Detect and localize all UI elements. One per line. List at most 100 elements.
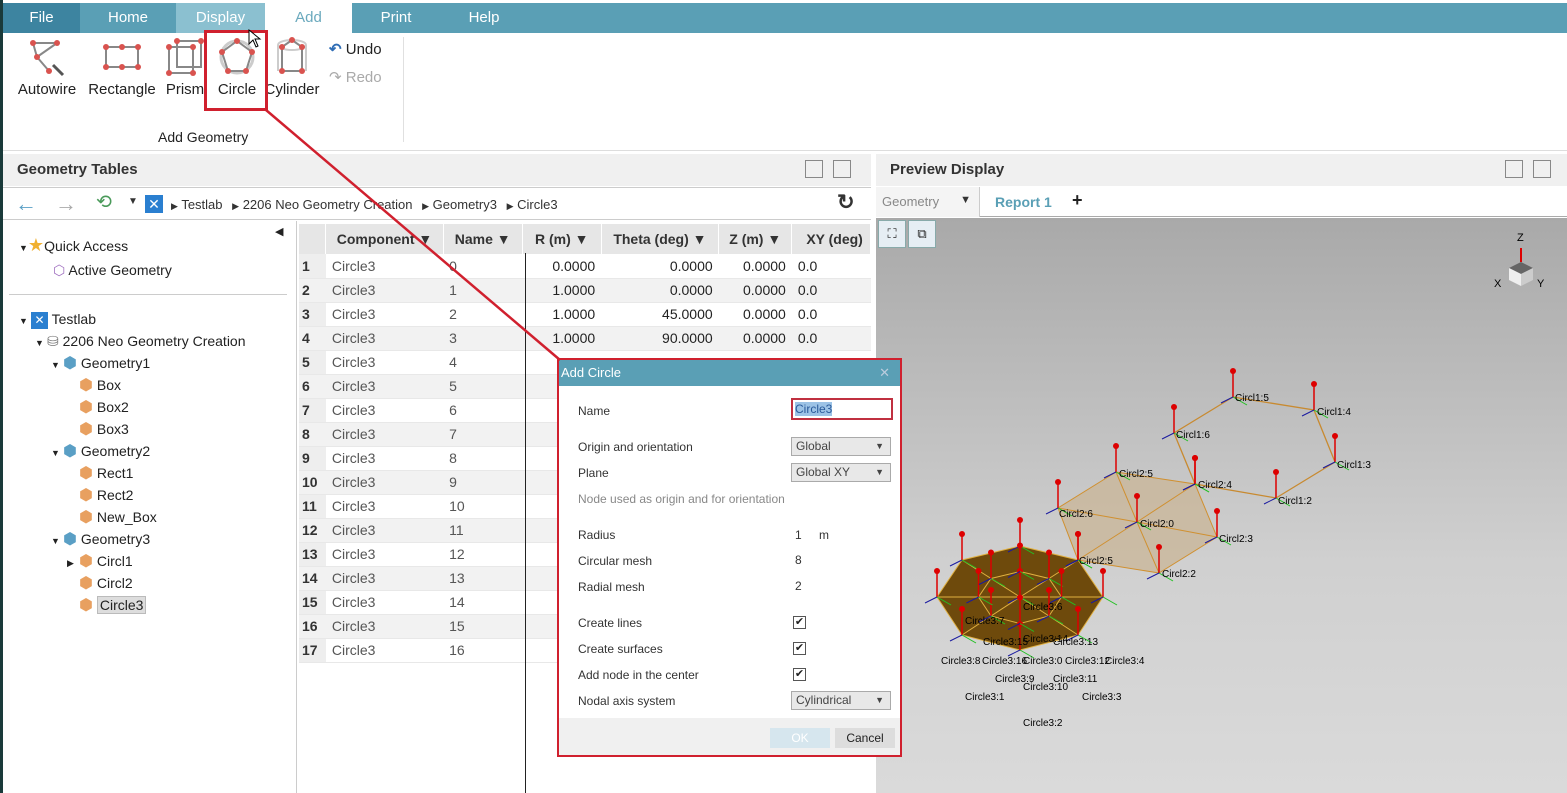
cell-value[interactable]: 45.0000 xyxy=(601,302,719,327)
expand-icon[interactable]: ▶ xyxy=(67,553,79,573)
cell-component[interactable]: Circle3 xyxy=(325,542,444,567)
cell-component[interactable]: Circle3 xyxy=(325,614,444,639)
cell-name[interactable]: 6 xyxy=(443,398,523,423)
cell-name[interactable]: 8 xyxy=(443,446,523,471)
radius-input[interactable]: 1 xyxy=(795,528,802,542)
expand-icon[interactable]: ▼ xyxy=(51,355,63,375)
table-row[interactable]: 3 Circle3 2 1.0000 45.0000 0.0000 0.0 xyxy=(299,302,871,327)
tree-item[interactable]: ▼ ⬢ Geometry1 xyxy=(51,353,150,373)
breadcrumb-item[interactable]: 2206 Neo Geometry Creation xyxy=(243,197,413,212)
cell-component[interactable]: Circle3 xyxy=(325,590,444,615)
cell-value[interactable]: 0.0 xyxy=(791,326,871,351)
cancel-button[interactable]: Cancel xyxy=(835,728,895,748)
cell-name[interactable]: 14 xyxy=(443,590,523,615)
table-row[interactable]: 2 Circle3 1 1.0000 0.0000 0.0000 0.0 xyxy=(299,278,871,303)
nodal-axis-select[interactable]: Cylindrical ▼ xyxy=(791,691,891,710)
cell-component[interactable]: Circle3 xyxy=(325,518,444,543)
cell-name[interactable]: 0 xyxy=(443,254,523,279)
cell-name[interactable]: 10 xyxy=(443,494,523,519)
tab-report-1[interactable]: Report 1 xyxy=(995,194,1052,210)
preview-viewport[interactable]: ⛶ ⧉ Circl1:5 Circl1:4 Circl1:6 Circl1:3 Circ… xyxy=(876,218,1567,793)
tree-item[interactable]: ⬢ Circle3 xyxy=(67,595,147,615)
cell-component[interactable]: Circle3 xyxy=(325,566,444,591)
tab-help[interactable]: Help xyxy=(440,3,528,33)
cell-component[interactable]: Circle3 xyxy=(325,446,444,471)
create-lines-checkbox[interactable]: ✔ xyxy=(793,616,806,629)
undo-button[interactable]: ↶ Undo xyxy=(329,40,382,58)
tab-print[interactable]: Print xyxy=(352,3,440,33)
breadcrumb-item[interactable]: Circle3 xyxy=(517,197,557,212)
refresh-icon[interactable]: ↻ xyxy=(837,190,855,215)
cell-value[interactable]: 0.0 xyxy=(791,254,871,279)
autowire-button[interactable]: Autowire xyxy=(15,37,79,98)
tree-item[interactable]: ▼ ⛁ 2206 Neo Geometry Creation xyxy=(35,331,246,351)
cell-name[interactable]: 7 xyxy=(443,422,523,447)
add-tab-button[interactable]: + xyxy=(1072,190,1083,211)
expand-icon[interactable]: ▼ xyxy=(19,311,31,331)
cell-value[interactable]: 0.0000 xyxy=(718,326,792,351)
split-view-icon[interactable] xyxy=(1505,160,1523,178)
select-all-corner[interactable] xyxy=(299,224,327,254)
breadcrumb-item[interactable]: Testlab xyxy=(181,197,222,212)
plane-select[interactable]: Global XY ▼ xyxy=(791,463,891,482)
cell-component[interactable]: Circle3 xyxy=(325,638,444,663)
create-surfaces-checkbox[interactable]: ✔ xyxy=(793,642,806,655)
cell-name[interactable]: 4 xyxy=(443,350,523,375)
cell-component[interactable]: Circle3 xyxy=(325,278,444,303)
cell-component[interactable]: Circle3 xyxy=(325,374,444,399)
cell-component[interactable]: Circle3 xyxy=(325,398,444,423)
cell-component[interactable]: Circle3 xyxy=(325,302,444,327)
tree-item[interactable]: ▼ ⬢ Geometry3 xyxy=(51,529,150,549)
back-arrow-icon[interactable]: ← xyxy=(15,191,37,217)
cell-value[interactable]: 0.0 xyxy=(791,278,871,303)
cell-name[interactable]: 16 xyxy=(443,638,523,663)
redo-button[interactable]: ↷ Redo xyxy=(329,68,382,86)
cell-value[interactable]: 0.0000 xyxy=(601,278,719,303)
tree-active-geometry[interactable]: ⬡ Active Geometry xyxy=(53,260,172,280)
cell-component[interactable]: Circle3 xyxy=(325,350,444,375)
close-icon[interactable]: ✕ xyxy=(879,360,890,386)
cylinder-button[interactable]: Cylinder xyxy=(263,37,321,98)
cell-name[interactable]: 12 xyxy=(443,542,523,567)
tree-item[interactable]: ⬢ Rect2 xyxy=(67,485,133,505)
breadcrumb-item[interactable]: Geometry3 xyxy=(433,197,497,212)
cell-name[interactable]: 1 xyxy=(443,278,523,303)
tree-item[interactable]: ⬢ Box3 xyxy=(67,419,129,439)
tree-item[interactable]: ⬢ Circl2 xyxy=(67,573,133,593)
tree-item[interactable]: ⬢ New_Box xyxy=(67,507,157,527)
name-input[interactable]: Circle3 xyxy=(791,398,893,420)
cell-value[interactable]: 0.0000 xyxy=(522,254,602,279)
cell-name[interactable]: 15 xyxy=(443,614,523,639)
cell-value[interactable]: 1.0000 xyxy=(522,326,602,351)
tree-quick-access[interactable]: ▼★Quick Access xyxy=(19,235,128,255)
tree-item[interactable]: ⬢ Box2 xyxy=(67,397,129,417)
tab-add[interactable]: Add xyxy=(265,3,352,33)
tree-item[interactable]: ⬢ Rect1 xyxy=(67,463,133,483)
cell-value[interactable]: 1.0000 xyxy=(522,278,602,303)
cell-name[interactable]: 2 xyxy=(443,302,523,327)
tab-file[interactable]: File xyxy=(3,3,80,33)
collapse-panel-icon[interactable]: ◀ xyxy=(275,225,283,238)
cell-name[interactable]: 13 xyxy=(443,566,523,591)
table-row[interactable]: 1 Circle3 0 0.0000 0.0000 0.0000 0.0 xyxy=(299,254,871,279)
cell-value[interactable]: 1.0000 xyxy=(522,302,602,327)
tree-item[interactable]: ▼ ⬢ Geometry2 xyxy=(51,441,150,461)
expand-icon[interactable]: ▼ xyxy=(51,443,63,463)
column-header-z[interactable]: Z (m) ▼ xyxy=(718,224,793,254)
split-view-icon[interactable] xyxy=(805,160,823,178)
maximize-icon[interactable] xyxy=(1533,160,1551,178)
history-icon[interactable]: ⟲ xyxy=(96,191,112,214)
cell-value[interactable]: 0.0000 xyxy=(718,278,792,303)
circular-mesh-input[interactable]: 8 xyxy=(795,553,802,567)
cell-name[interactable]: 11 xyxy=(443,518,523,543)
cell-value[interactable]: 0.0000 xyxy=(718,302,792,327)
cell-value[interactable]: 0.0000 xyxy=(601,254,719,279)
tree-item[interactable]: ▶ ⬢ Circl1 xyxy=(67,551,133,571)
cell-value[interactable]: 90.0000 xyxy=(601,326,719,351)
center-node-checkbox[interactable]: ✔ xyxy=(793,668,806,681)
tab-home[interactable]: Home xyxy=(80,3,176,33)
cell-name[interactable]: 3 xyxy=(443,326,523,351)
prism-button[interactable]: Prism xyxy=(163,37,207,98)
expand-icon[interactable]: ▼ xyxy=(35,333,47,353)
expand-icon[interactable]: ▼ xyxy=(51,531,63,551)
